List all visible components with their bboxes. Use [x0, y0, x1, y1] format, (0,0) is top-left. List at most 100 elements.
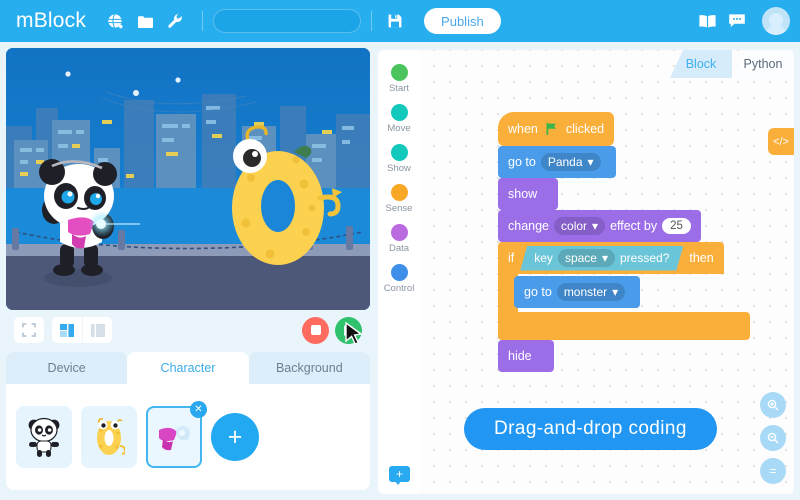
green-flag-icon — [546, 123, 556, 135]
green-flag-button[interactable] — [335, 316, 362, 344]
block-text-when: when — [508, 122, 538, 136]
category-dot-sense — [390, 184, 408, 201]
condition-text-key: key — [534, 251, 553, 265]
app-header: mBlock Publish — [0, 0, 800, 42]
layout-large-icon[interactable] — [82, 317, 112, 343]
canvas-tabs: Block Python — [670, 50, 794, 78]
chevron-down-icon: ▾ — [612, 285, 619, 299]
panda-sprite[interactable] — [16, 406, 72, 468]
block-text-if: if — [508, 251, 515, 265]
condition-text-pressed: pressed? — [620, 251, 670, 265]
zoom-out-button[interactable] — [760, 425, 786, 451]
stage-toolbar — [6, 310, 370, 350]
block-show[interactable]: show — [498, 178, 558, 210]
tab-character[interactable]: Character — [127, 352, 249, 384]
header-divider-1 — [202, 11, 204, 31]
zoom-in-button[interactable] — [760, 392, 786, 418]
condition-key-pressed[interactable]: key space ▾ pressed? — [520, 246, 683, 271]
if-block-bottom-arm — [498, 312, 750, 340]
search-field[interactable] — [214, 10, 361, 32]
category-label-start: Start — [388, 83, 410, 94]
layout-toggle-group[interactable] — [52, 317, 112, 343]
drag-and-drop-banner: Drag-and-drop coding — [464, 408, 717, 450]
category-dot-control — [390, 264, 408, 281]
block-text-show: show — [508, 187, 538, 201]
block-if-key-pressed-then[interactable]: if key space ▾ pressed? then — [498, 242, 724, 274]
palette-category-show[interactable]: Show — [378, 144, 420, 174]
category-label-data: Data — [388, 243, 410, 254]
dropdown-space[interactable]: space ▾ — [558, 249, 615, 267]
book-icon[interactable] — [694, 8, 720, 34]
block-text-clicked: clicked — [565, 122, 605, 136]
publish-button[interactable]: Publish — [424, 8, 501, 34]
chevron-down-icon: ▾ — [601, 251, 608, 265]
save-icon[interactable] — [382, 8, 408, 34]
palette-category-start[interactable]: Start — [378, 64, 420, 94]
chevron-down-icon: ▾ — [587, 155, 594, 169]
tab-background[interactable]: Background — [248, 352, 370, 384]
left-panel-tabs: Device Character Background — [6, 352, 370, 384]
block-text-then: then — [689, 251, 714, 265]
tab-device[interactable]: Device — [6, 352, 128, 384]
zoom-controls: = — [760, 385, 786, 484]
header-divider-2 — [371, 11, 373, 31]
block-palette: Start Move Show Sense Data Control + — [378, 50, 420, 494]
add-extension-button[interactable]: + — [389, 466, 410, 482]
block-go-to-panda[interactable]: go to Panda ▾ — [498, 146, 616, 178]
category-dot-move — [390, 104, 408, 121]
block-hide[interactable]: hide — [498, 340, 554, 372]
category-label-control: Control — [383, 283, 415, 294]
raygun-sprite[interactable]: ✕ — [146, 401, 207, 468]
block-text-goto: go to — [508, 155, 536, 169]
code-panel-toggle[interactable]: </> — [768, 128, 794, 155]
chevron-down-icon: ▾ — [592, 219, 599, 233]
category-label-sense: Sense — [385, 203, 413, 214]
add-sprite-button[interactable]: + — [211, 413, 259, 461]
dropdown-monster-value: monster — [563, 285, 608, 299]
zoom-reset-button[interactable]: = — [760, 458, 786, 484]
block-text-effect-by: effect by — [610, 219, 658, 233]
script-canvas[interactable]: Block Python </> when clicked go to Pand… — [420, 50, 794, 494]
dropdown-space-value: space — [564, 251, 597, 265]
tab-block[interactable]: Block — [670, 50, 732, 78]
mblock-app: mBlock Publish Device Character Backgrou… — [0, 0, 800, 500]
wrench-icon[interactable] — [162, 8, 188, 34]
block-go-to-monster[interactable]: go to monster ▾ — [514, 276, 641, 308]
dropdown-color[interactable]: color ▾ — [554, 217, 606, 235]
run-controls — [302, 316, 363, 345]
dropdown-monster[interactable]: monster ▾ — [556, 283, 626, 301]
app-logo: mBlock — [16, 9, 87, 32]
stage[interactable] — [6, 48, 370, 310]
layout-small-icon[interactable] — [52, 317, 82, 343]
block-change-color-effect[interactable]: change color ▾ effect by 25 — [498, 210, 701, 242]
stop-button[interactable] — [302, 316, 329, 344]
fullscreen-icon[interactable] — [14, 317, 44, 343]
block-text-hide: hide — [508, 349, 532, 363]
sprite-list: ✕ + — [6, 384, 370, 490]
category-dot-start — [390, 64, 408, 81]
globe-icon[interactable] — [102, 8, 128, 34]
left-panel: Device Character Background ✕ + — [6, 48, 370, 494]
monster-sprite[interactable] — [81, 406, 137, 468]
dropdown-panda[interactable]: Panda ▾ — [540, 153, 601, 171]
palette-category-sense[interactable]: Sense — [378, 184, 420, 214]
category-dot-data — [390, 224, 408, 241]
palette-category-move[interactable]: Move — [378, 104, 420, 134]
category-label-move: Move — [387, 123, 411, 134]
category-label-show: Show — [387, 163, 411, 174]
chat-icon[interactable] — [724, 8, 750, 34]
avatar[interactable] — [762, 7, 790, 35]
block-when-flag-clicked[interactable]: when clicked — [498, 112, 615, 146]
block-text-change: change — [508, 219, 550, 233]
folder-icon[interactable] — [132, 8, 158, 34]
delete-sprite-button[interactable]: ✕ — [190, 401, 207, 418]
dropdown-panda-value: Panda — [547, 155, 583, 169]
block-text-goto-2: go to — [524, 285, 552, 299]
effect-value-input[interactable]: 25 — [662, 218, 691, 234]
dropdown-color-value: color — [561, 219, 588, 233]
category-dot-show — [390, 144, 408, 161]
palette-category-control[interactable]: Control — [378, 264, 420, 294]
search-input[interactable] — [213, 9, 362, 33]
palette-category-data[interactable]: Data — [378, 224, 420, 254]
tab-python[interactable]: Python — [732, 50, 794, 78]
